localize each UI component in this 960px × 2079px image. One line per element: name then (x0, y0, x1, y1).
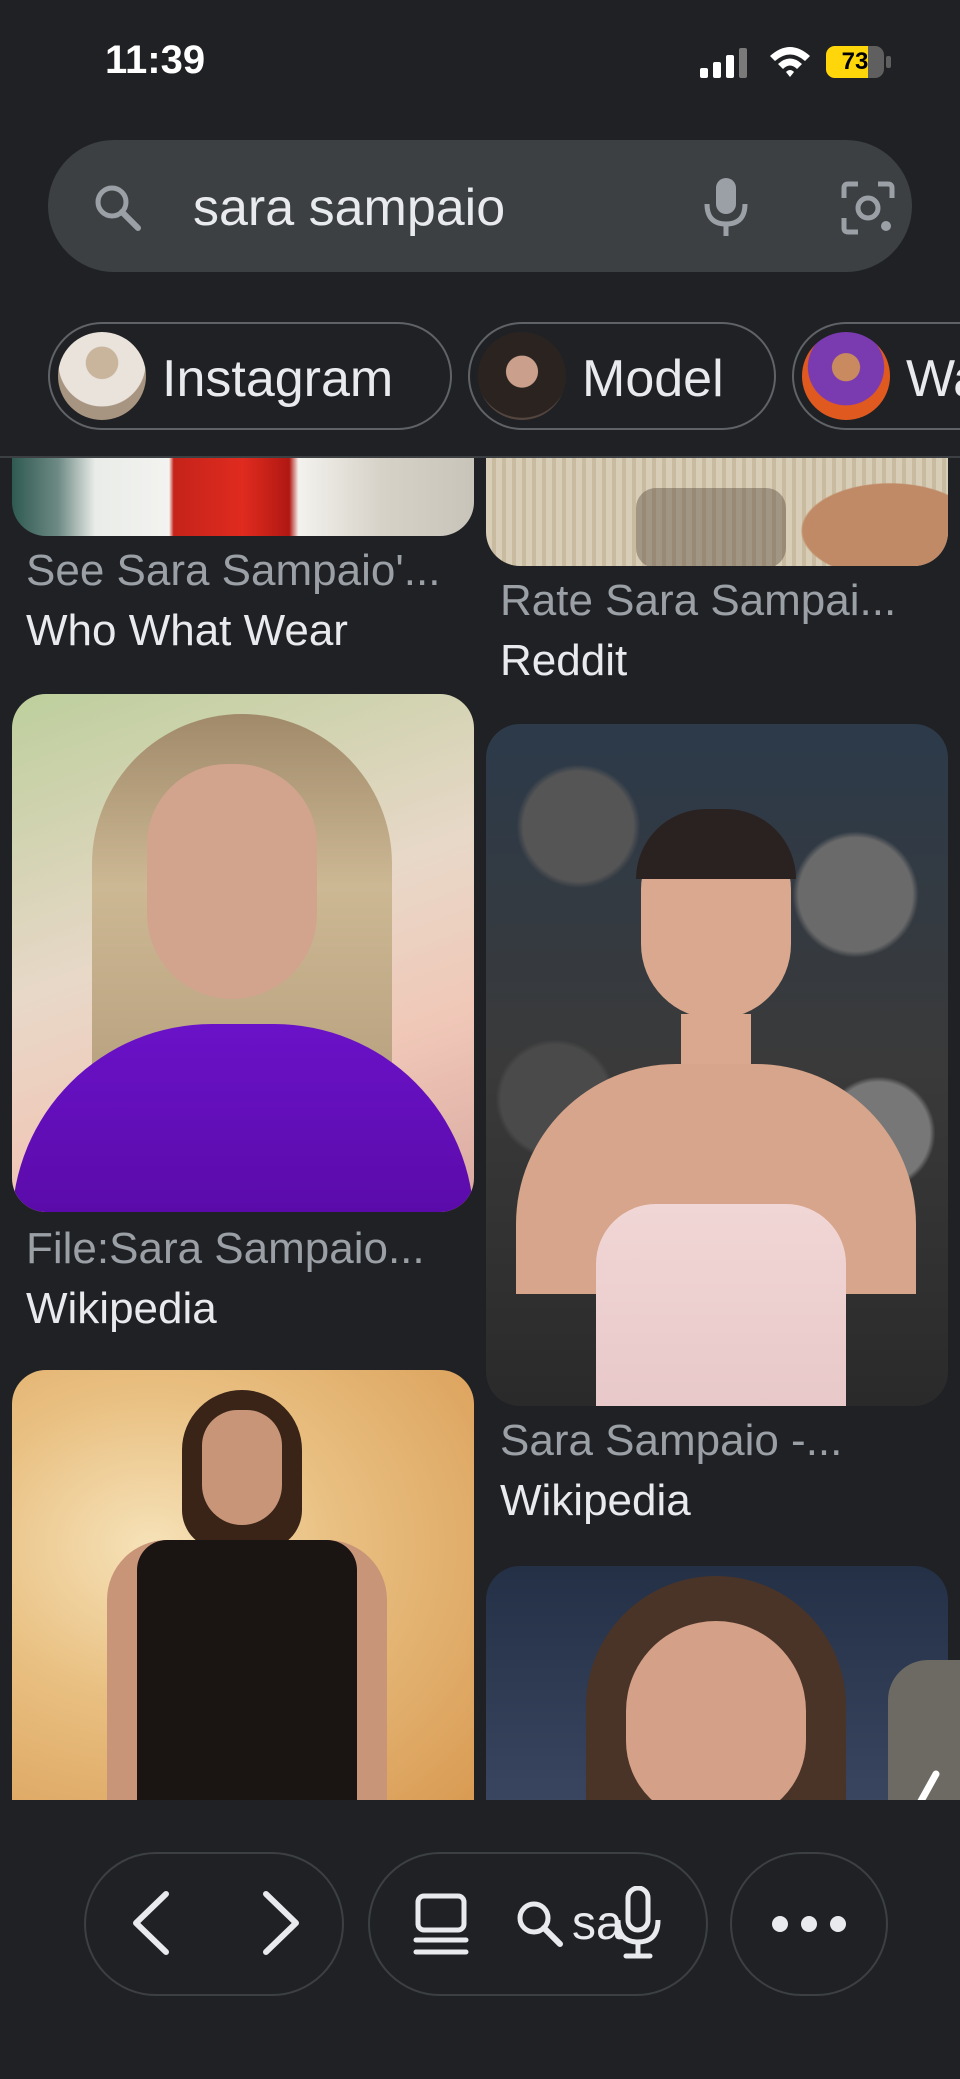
result-image[interactable] (12, 694, 474, 1212)
tabs-icon[interactable] (410, 1892, 472, 1956)
more-icon[interactable] (770, 1912, 848, 1936)
mic-icon[interactable] (698, 176, 754, 238)
address-pill[interactable]: sa (368, 1852, 708, 1996)
wifi-icon (770, 47, 810, 77)
result-source[interactable]: Reddit (500, 636, 627, 686)
chip-label: Wa (906, 350, 960, 408)
result-source[interactable]: Who What Wear (26, 606, 348, 656)
chip-thumbnail (478, 332, 566, 420)
bottom-toolbar: sa (0, 1800, 960, 2079)
status-bar: 11:39 73 (0, 0, 960, 120)
chip-thumbnail (802, 332, 890, 420)
chip-thumbnail (58, 332, 146, 420)
more-pill[interactable] (730, 1852, 888, 1996)
chip-label: Model (582, 350, 724, 408)
search-bar[interactable]: sara sampaio (48, 140, 912, 272)
chip-instagram[interactable]: Instagram (48, 322, 452, 430)
nav-pill (84, 1852, 344, 1996)
search-query[interactable]: sara sampaio (193, 180, 505, 236)
back-icon[interactable] (126, 1888, 176, 1958)
chip-wa[interactable]: Wa (792, 322, 960, 430)
cellular-signal-icon (700, 48, 747, 78)
image-results: See Sara Sampaio'... Who What Wear Rate … (0, 458, 960, 1800)
result-card[interactable]: See Sara Sampaio'... Who What Wear (12, 458, 474, 655)
result-caption[interactable]: Sara Sampaio -... (500, 1416, 842, 1466)
search-icon[interactable] (514, 1898, 566, 1950)
result-image[interactable] (486, 724, 948, 1406)
mic-icon[interactable] (612, 1886, 664, 1960)
result-caption[interactable]: File:Sara Sampaio... (26, 1224, 425, 1274)
result-caption[interactable]: See Sara Sampaio'... (26, 546, 440, 596)
result-source[interactable]: Wikipedia (500, 1476, 691, 1526)
result-card[interactable] (486, 1566, 948, 1800)
result-image[interactable] (12, 458, 474, 536)
result-card[interactable]: Sara Sampaio -... Wikipedia (486, 724, 948, 1526)
result-image[interactable] (486, 458, 948, 566)
result-source[interactable]: Wikipedia (26, 1284, 217, 1334)
battery-indicator: 73 (826, 46, 892, 80)
lens-icon[interactable] (838, 178, 898, 238)
result-image[interactable] (486, 1566, 948, 1800)
forward-icon[interactable] (256, 1888, 306, 1958)
filter-chips: Instagram Model Wa (0, 322, 960, 434)
result-card[interactable] (12, 1370, 474, 1800)
result-card[interactable]: File:Sara Sampaio... Wikipedia (12, 694, 474, 1333)
result-caption[interactable]: Rate Sara Sampai... (500, 576, 896, 626)
result-card[interactable]: Rate Sara Sampai... Reddit (486, 458, 948, 685)
result-image[interactable] (12, 1370, 474, 1800)
search-icon[interactable] (90, 180, 146, 236)
battery-percent: 73 (841, 48, 869, 75)
chip-label: Instagram (162, 350, 394, 408)
clock: 11:39 (105, 38, 206, 82)
chip-model[interactable]: Model (468, 322, 776, 430)
